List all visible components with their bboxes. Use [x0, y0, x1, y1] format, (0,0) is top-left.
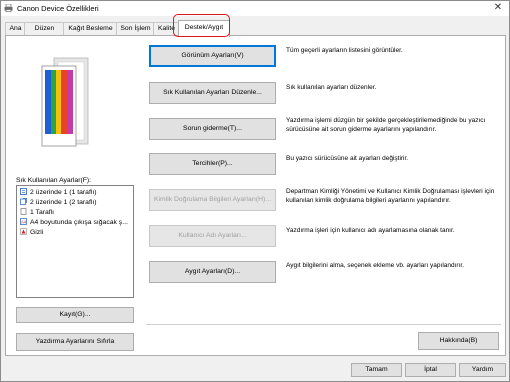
auth-info-settings-description: Departman Kimliği Yönetimi ve Kullanıcı …: [286, 188, 495, 204]
save-favorite-button[interactable]: Kayıt(G)...: [16, 307, 134, 323]
ok-button[interactable]: Tamam: [351, 363, 402, 377]
list-item-label: Gizli: [30, 229, 44, 236]
list-item-label: 2 üzerinde 1 (2 taraflı): [30, 199, 97, 206]
one-sided-doc-icon: [20, 188, 27, 195]
list-item[interactable]: Gizli: [20, 228, 43, 238]
cancel-button[interactable]: İptal: [405, 363, 456, 377]
printer-app-icon: [4, 4, 13, 12]
about-button[interactable]: Hakkında(B): [418, 332, 499, 350]
active-tab-highlight: [173, 14, 230, 37]
device-settings-description: Aygıt bilgilerini alma, seçenek ekleme v…: [286, 262, 464, 269]
two-sided-doc-icon: [20, 198, 27, 205]
favorite-settings-list[interactable]: 2 üzerinde 1 (1 taraflı) 2 üzerinde 1 (2…: [16, 185, 134, 298]
title-bar: Canon Device Özellikleri ✕: [1, 1, 509, 16]
a4-size-icon: A4: [20, 218, 27, 225]
blank-page-icon: [20, 208, 27, 215]
reset-print-settings-button[interactable]: Yazdırma Ayarlarını Sıfırla: [16, 333, 134, 351]
auth-info-settings-button[interactable]: Kimlik Doğrulama Bilgileri Ayarları(H)..…: [149, 189, 276, 211]
tab-son-islem[interactable]: Son İşlem: [116, 22, 155, 35]
favorite-settings-label: Sık Kullanılan Ayarlar(F):: [16, 177, 92, 184]
list-item[interactable]: 1 Taraflı: [20, 208, 54, 218]
troubleshooting-description: Yazdırma işlemi düzgün bir şekilde gerçe…: [286, 117, 486, 133]
print-preview-icon: [41, 57, 89, 147]
divider: [146, 324, 501, 325]
user-name-settings-button[interactable]: Kullanıcı Adı Ayarları...: [149, 225, 276, 247]
support-device-panel: Sık Kullanılan Ayarlar(F): 2 üzerinde 1 …: [5, 35, 506, 356]
edit-favorites-button[interactable]: Sık Kullanılan Ayarları Düzenle...: [149, 82, 276, 104]
edit-favorites-description: Sık kullanılan ayarları düzenler.: [286, 84, 377, 91]
list-item-label: 1 Taraflı: [30, 209, 55, 216]
properties-window: Canon Device Özellikleri ✕ Ana Düzen Kağ…: [0, 0, 510, 382]
view-settings-description: Tüm geçerli ayarların listesini görüntül…: [286, 47, 403, 54]
list-item[interactable]: 2 üzerinde 1 (1 taraflı): [20, 188, 97, 198]
help-button[interactable]: Yardım: [459, 363, 506, 377]
view-settings-button[interactable]: Görünüm Ayarları(V): [149, 45, 276, 67]
tab-kagit-besleme[interactable]: Kağıt Besleme: [63, 22, 118, 35]
svg-text:A4: A4: [21, 220, 27, 225]
device-settings-button[interactable]: Aygıt Ayarları(D)...: [149, 261, 276, 283]
tab-duzen[interactable]: Düzen: [24, 22, 65, 35]
red-secure-icon: [20, 228, 27, 235]
list-item[interactable]: 2 üzerinde 1 (2 taraflı): [20, 198, 97, 208]
tab-ana[interactable]: Ana: [5, 22, 26, 35]
user-name-settings-description: Yazdırma işleri için kullanıcı adı ayarl…: [286, 227, 455, 234]
list-item-label: A4 boyutunda çıkışa sığacak ş...: [30, 219, 128, 226]
window-title: Canon Device Özellikleri: [17, 4, 99, 13]
troubleshooting-button[interactable]: Sorun giderme(T)...: [149, 118, 276, 140]
preferences-description: Bu yazıcı sürücüsüne ait ayarları değişt…: [286, 155, 409, 162]
close-icon[interactable]: ✕: [491, 1, 505, 15]
preferences-button[interactable]: Tercihler(P)...: [149, 153, 276, 175]
list-item[interactable]: A4 A4 boyutunda çıkışa sığacak ş...: [20, 218, 128, 228]
list-item-label: 2 üzerinde 1 (1 taraflı): [30, 189, 97, 196]
